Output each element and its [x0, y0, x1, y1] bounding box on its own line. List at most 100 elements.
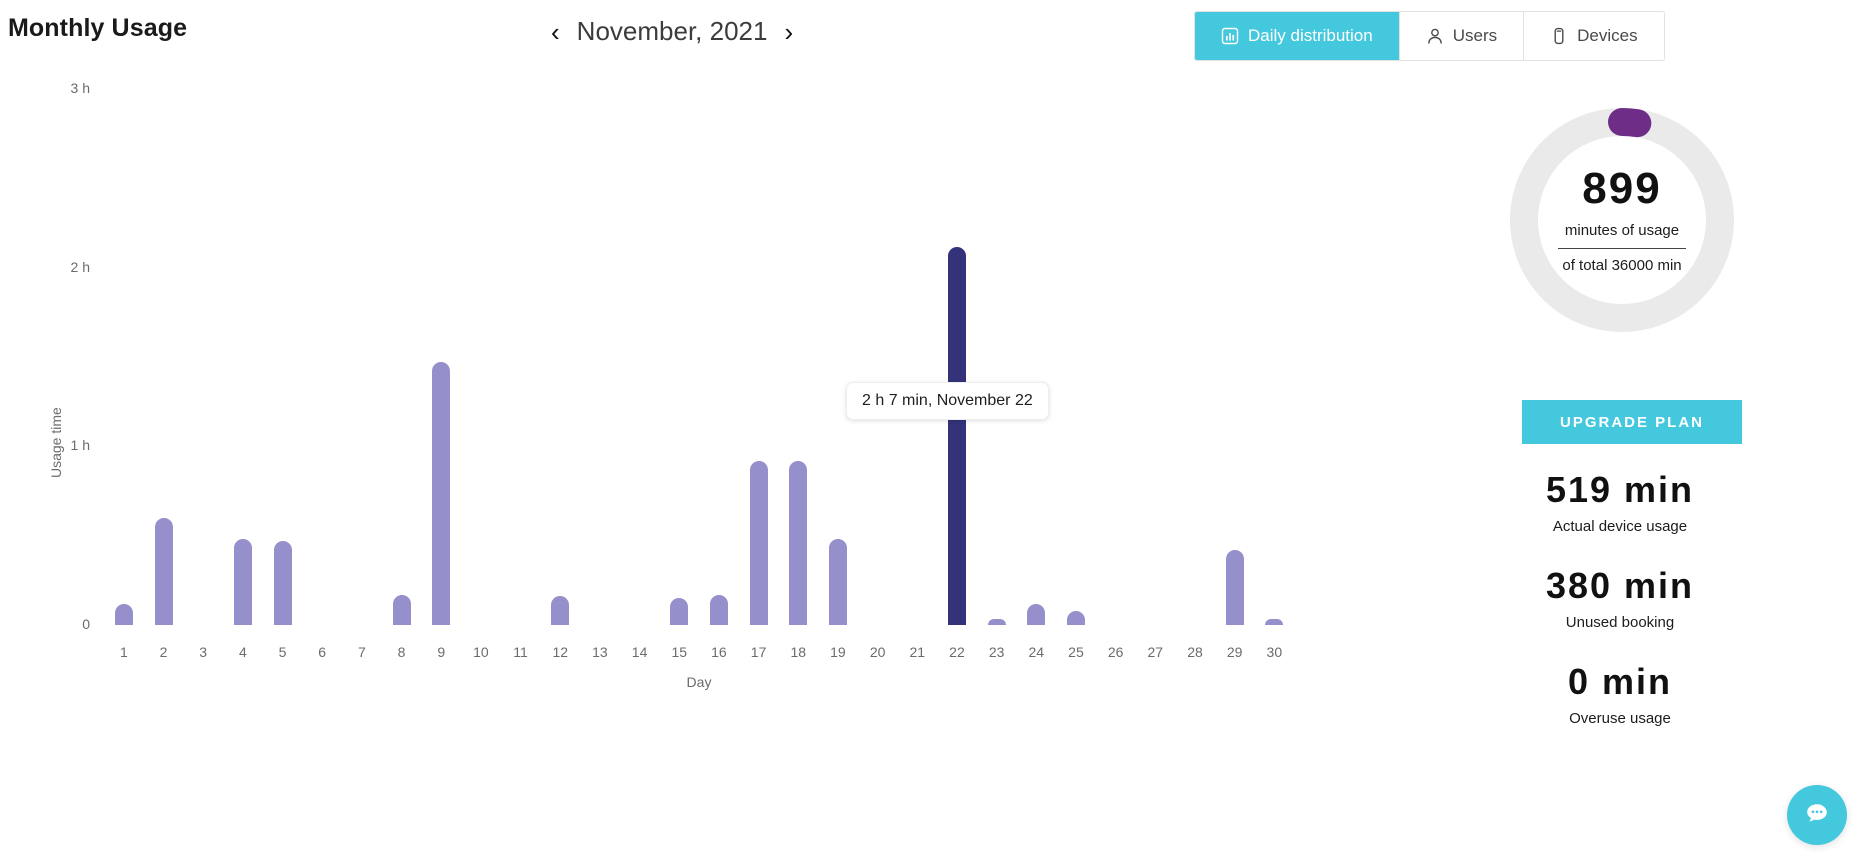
stat-overuse-usage: 0 min Overuse usage [1500, 662, 1740, 727]
bar-day-15[interactable] [670, 598, 689, 625]
x-tick-label: 15 [671, 644, 688, 660]
chat-bubble-icon [1802, 798, 1832, 833]
bar-day-24[interactable] [1027, 603, 1046, 625]
stat-caption: Overuse usage [1569, 709, 1671, 727]
x-tick-label: 16 [711, 644, 727, 660]
bar-slot[interactable] [818, 80, 858, 625]
upgrade-plan-button[interactable]: UPGRADE PLAN [1522, 400, 1742, 444]
stat-value: 0 min [1567, 661, 1673, 702]
x-tick-label: 28 [1187, 644, 1203, 660]
bar-slot[interactable] [501, 80, 541, 625]
user-icon [1426, 27, 1444, 45]
bar-day-2[interactable] [154, 517, 173, 625]
bar-day-5[interactable] [273, 541, 292, 625]
usage-minutes-value: 899 [1582, 163, 1662, 213]
current-month-label: November, 2021 [576, 16, 768, 46]
bar-slot[interactable] [858, 80, 898, 625]
x-tick-label: 7 [357, 644, 366, 660]
bar-slot[interactable] [620, 80, 660, 625]
x-tick-label: 26 [1107, 644, 1124, 660]
next-month-icon[interactable]: › [781, 17, 796, 47]
bar-slot[interactable] [1056, 80, 1096, 625]
stat-value: 380 min [1545, 565, 1695, 606]
bar-day-22[interactable] [947, 246, 966, 625]
stat-caption: Unused booking [1565, 613, 1675, 631]
month-navigator: ‹ November, 2021 › [548, 16, 796, 47]
x-tick-label: 10 [473, 644, 489, 660]
bar-day-12[interactable] [551, 596, 570, 625]
bar-slot[interactable] [540, 80, 580, 625]
x-tick-label: 25 [1068, 644, 1084, 660]
y-tick-label: 1 h [70, 437, 90, 454]
bar-day-1[interactable] [114, 603, 133, 625]
bar-chart-icon [1221, 27, 1239, 45]
bar-day-17[interactable] [749, 460, 768, 625]
previous-month-icon[interactable]: ‹ [548, 17, 563, 47]
x-tick-label: 18 [790, 644, 807, 660]
donut-center-text: 899 minutes of usage of total 36000 min [1502, 100, 1742, 340]
x-tick-label: 29 [1226, 644, 1243, 660]
bar-slot[interactable] [302, 80, 342, 625]
bar-slot[interactable] [659, 80, 699, 625]
bar-slot[interactable] [421, 80, 461, 625]
x-tick-label: 24 [1028, 644, 1045, 660]
bar-slot[interactable] [1016, 80, 1056, 625]
bar-slot[interactable] [937, 80, 977, 625]
x-tick-label: 12 [552, 644, 569, 660]
bar-day-4[interactable] [233, 539, 252, 625]
bar-slot[interactable] [461, 80, 501, 625]
bar-day-16[interactable] [709, 594, 728, 625]
x-tick-label: 27 [1147, 644, 1164, 660]
bar-slot[interactable] [382, 80, 422, 625]
bar-slot[interactable] [1135, 80, 1175, 625]
bar-slot[interactable] [1215, 80, 1255, 625]
bar-day-18[interactable] [789, 460, 808, 625]
bar-slot[interactable] [580, 80, 620, 625]
divider [1558, 247, 1686, 249]
bar-slot[interactable] [897, 80, 937, 625]
plot-area: 1 2 3 4 5 6 7 8 9 10 11 12 13 14 15 16 17 18 19 20 21 22 23 24 2… [104, 80, 1294, 780]
bar-day-8[interactable] [392, 594, 411, 625]
x-tick-label: 20 [869, 644, 886, 660]
x-tick-label: 22 [949, 644, 965, 660]
bar-slot[interactable] [183, 80, 223, 625]
x-tick-label: 11 [513, 644, 528, 660]
x-tick-label: 21 [909, 644, 926, 660]
bar-day-19[interactable] [828, 539, 847, 625]
bar-slot[interactable] [223, 80, 263, 625]
x-tick-label: 30 [1266, 644, 1283, 660]
usage-minutes-caption: minutes of usage [1564, 221, 1680, 239]
bar-tooltip: 2 h 7 min, November 22 [846, 382, 1049, 420]
bar-day-9[interactable] [432, 362, 451, 625]
x-tick-label: 23 [988, 644, 1005, 660]
x-tick-label: 2 [159, 644, 168, 660]
bar-slot[interactable] [739, 80, 779, 625]
bar-slot[interactable] [1096, 80, 1136, 625]
x-tick-label: 5 [278, 644, 287, 660]
bar-slot[interactable] [263, 80, 303, 625]
bar-slot[interactable] [104, 80, 144, 625]
tab-daily-distribution[interactable]: Daily distribution [1195, 12, 1400, 60]
x-tick-label: 13 [592, 644, 608, 660]
x-tick-label: 14 [631, 644, 648, 660]
bar-day-25[interactable] [1066, 610, 1085, 625]
bar-day-30[interactable] [1265, 619, 1284, 625]
bar-slot[interactable] [342, 80, 382, 625]
chat-support-button[interactable] [1787, 785, 1847, 845]
usage-summary-panel: 899 minutes of usage of total 36000 min … [1500, 0, 1869, 853]
bar-day-23[interactable] [987, 619, 1006, 625]
page-title: Monthly Usage [8, 14, 188, 42]
y-tick-label: 2 h [70, 258, 90, 275]
bar-slot[interactable] [699, 80, 739, 625]
x-tick-label: 3 [199, 644, 208, 660]
monthly-usage-page: Monthly Usage ‹ November, 2021 › Daily d… [0, 0, 1869, 853]
usage-donut-chart: 899 minutes of usage of total 36000 min [1502, 100, 1742, 340]
bar-slot[interactable] [1254, 80, 1294, 625]
bar-slot[interactable] [144, 80, 184, 625]
x-tick-label: 4 [238, 644, 247, 660]
bar-slot[interactable] [778, 80, 818, 625]
bar-slot[interactable] [1175, 80, 1215, 625]
x-tick-label: 8 [397, 644, 406, 660]
bar-slot[interactable] [977, 80, 1017, 625]
bar-day-29[interactable] [1225, 549, 1244, 625]
